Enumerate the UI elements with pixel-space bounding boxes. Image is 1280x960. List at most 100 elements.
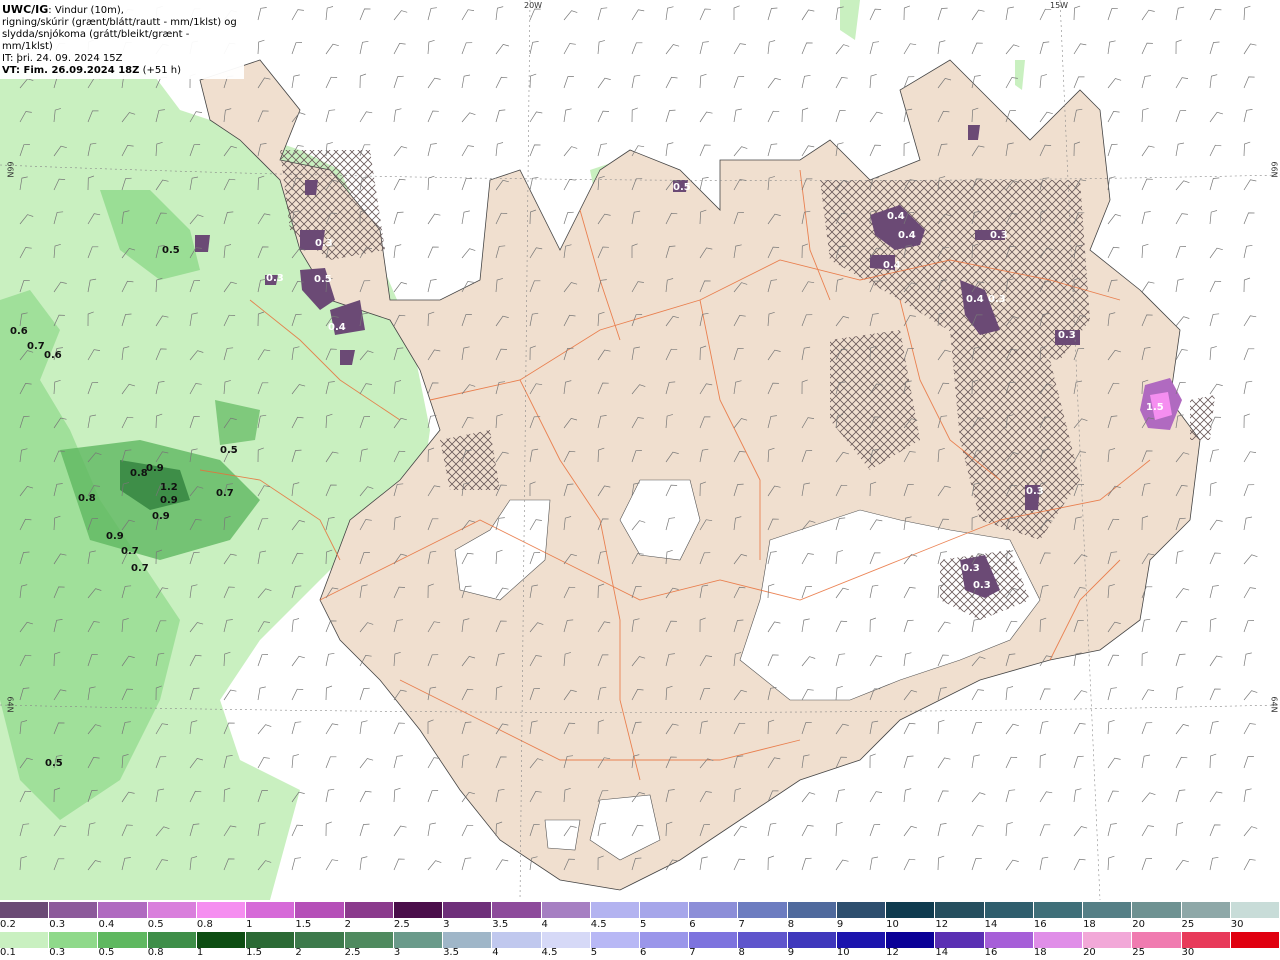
snow-legend-swatch: [836, 902, 887, 918]
snow-legend-tick: 0.5: [147, 919, 164, 930]
rain-desc: rigning/skúrir (grænt/blátt/rautt - mm/1…: [2, 17, 237, 28]
rain-legend-tick: 3: [393, 947, 401, 958]
precip-value-label: 0.5: [162, 245, 180, 256]
color-legend: 0.2 0.3 0.4 0.5 0.8 1 1.5 2 2.5 3 3.5 4 4.5 5 6 7 8 9 10 12…: [0, 900, 1280, 960]
grid-label-64n-right: 64N: [1269, 696, 1279, 713]
rain-legend-swatch: [886, 932, 936, 948]
rain-legend-tick: 9: [787, 947, 795, 958]
precip-value-label: 0.3: [962, 563, 980, 574]
snow-legend-tick: 7: [738, 919, 745, 930]
rain-colorbar: [0, 932, 1280, 948]
rain-legend-swatch: [836, 932, 887, 948]
rain-legend-swatch: [984, 932, 1034, 948]
rain-legend-tick: 16: [984, 947, 998, 958]
precip-value-label: 0.3: [990, 230, 1008, 241]
snow-legend-swatch: [1033, 902, 1084, 918]
snow-legend-swatch: [246, 902, 296, 918]
snow-legend-swatch: [443, 902, 493, 918]
rain-legend-swatch: [541, 932, 591, 948]
rain-legend-swatch: [689, 932, 739, 948]
snow-legend-swatch: [689, 902, 739, 918]
precip-value-label: 0.4: [887, 211, 905, 222]
rain-legend-swatch: [0, 932, 50, 948]
precip-value-label: 0.3: [315, 238, 333, 249]
snow-legend-swatch: [541, 902, 591, 918]
snow-legend-swatch: [98, 902, 148, 918]
snow-legend-swatch: [0, 902, 50, 918]
rain-legend-tick: 10: [836, 947, 850, 958]
precip-value-label: 0.3: [988, 294, 1006, 305]
rain-legend-swatch: [1033, 932, 1084, 948]
snow-desc: slydda/snjókoma (grátt/bleikt/grænt - mm…: [2, 29, 190, 52]
rain-legend-swatch: [1230, 932, 1280, 948]
rain-legend-swatch: [344, 932, 394, 948]
precip-value-label: 0.7: [216, 488, 234, 499]
rain-legend-swatch: [738, 932, 788, 948]
rain-legend-swatch: [935, 932, 985, 948]
rain-legend-swatch: [1132, 932, 1182, 948]
snow-legend-tick: 1.5: [295, 919, 312, 930]
rain-legend-tick: 0.5: [98, 947, 115, 958]
snow-colorbar: [0, 902, 1280, 918]
rain-tick-labels: 0.1 0.3 0.5 0.8 1 1.5 2 2.5 3 3.5 4 4.5 5 6 7 8 9 10 12 14 1…: [0, 947, 1280, 959]
snow-legend-swatch: [492, 902, 542, 918]
grid-label-66n-left: 66N: [5, 161, 15, 178]
rain-legend-swatch: [196, 932, 247, 948]
rain-legend-tick: 4: [492, 947, 499, 958]
rain-legend-tick: 4.5: [541, 947, 558, 958]
rain-legend-swatch: [393, 932, 444, 948]
snow-legend-tick: 14: [984, 919, 998, 930]
precip-value-label: 0.5: [45, 758, 63, 769]
snow-legend-tick: 25: [1181, 919, 1195, 930]
rain-legend-tick: 30: [1181, 947, 1195, 958]
rain-legend-swatch: [1083, 932, 1133, 948]
snow-legend-tick: 1: [246, 919, 253, 930]
rain-legend-swatch: [1181, 932, 1231, 948]
precip-value-label: 0.7: [27, 341, 45, 352]
snow-legend-tick: 3: [443, 919, 450, 930]
snow-legend-swatch: [344, 902, 394, 918]
snow-legend-tick: 30: [1230, 919, 1244, 930]
snow-legend-tick: 10: [886, 919, 899, 930]
precip-value-label: 0.5: [673, 182, 691, 193]
snow-legend-tick: 0.2: [0, 919, 16, 930]
precip-value-label: 0.4: [898, 230, 916, 241]
snow-legend-swatch: [886, 902, 936, 918]
snow-legend-tick: 6: [689, 919, 696, 930]
rain-legend-swatch: [590, 932, 640, 948]
precip-value-label: 0.5: [220, 445, 238, 456]
snow-legend-tick: 0.3: [49, 919, 66, 930]
precip-value-label: 0.5: [314, 274, 332, 285]
rain-legend-swatch: [787, 932, 837, 948]
snow-legend-swatch: [49, 902, 99, 918]
snow-legend-tick: 18: [1083, 919, 1096, 930]
snow-legend-swatch: [590, 902, 640, 918]
rain-legend-tick: 5: [590, 947, 598, 958]
grid-label-66n-right: 66N: [1269, 161, 1279, 178]
rain-legend-tick: 0.3: [49, 947, 66, 958]
map-header: UWC/IG: Vindur (10m), rigning/skúrir (gr…: [0, 0, 244, 79]
rain-legend-tick: 1.5: [246, 947, 263, 958]
valid-time: VT: Fim. 26.09.2024 18Z: [2, 65, 140, 76]
snow-legend-swatch: [196, 902, 247, 918]
snow-legend-tick: 9: [836, 919, 844, 930]
rain-legend-tick: 0.1: [0, 947, 16, 958]
snow-legend-tick: 12: [935, 919, 949, 930]
snow-legend-swatch: [393, 902, 444, 918]
precip-value-label: 0.3: [266, 273, 284, 284]
rain-legend-tick: 12: [886, 947, 899, 958]
snow-legend-swatch: [984, 902, 1034, 918]
grid-label-15w: 15W: [1050, 1, 1069, 10]
snow-legend-tick: 16: [1033, 919, 1047, 930]
rain-legend-swatch: [147, 932, 197, 948]
grid-label-64n-left: 64N: [5, 696, 15, 713]
model-title: UWC/IG: [2, 3, 49, 16]
precip-value-label: 0.6: [44, 350, 62, 361]
snow-legend-tick: 4: [541, 919, 548, 930]
snow-legend-swatch: [640, 902, 690, 918]
snow-legend-swatch: [1132, 902, 1182, 918]
precip-value-label: 0.9: [146, 463, 164, 474]
snow-legend-tick: 4.5: [590, 919, 607, 930]
snow-legend-swatch: [147, 902, 197, 918]
snow-legend-swatch: [787, 902, 837, 918]
